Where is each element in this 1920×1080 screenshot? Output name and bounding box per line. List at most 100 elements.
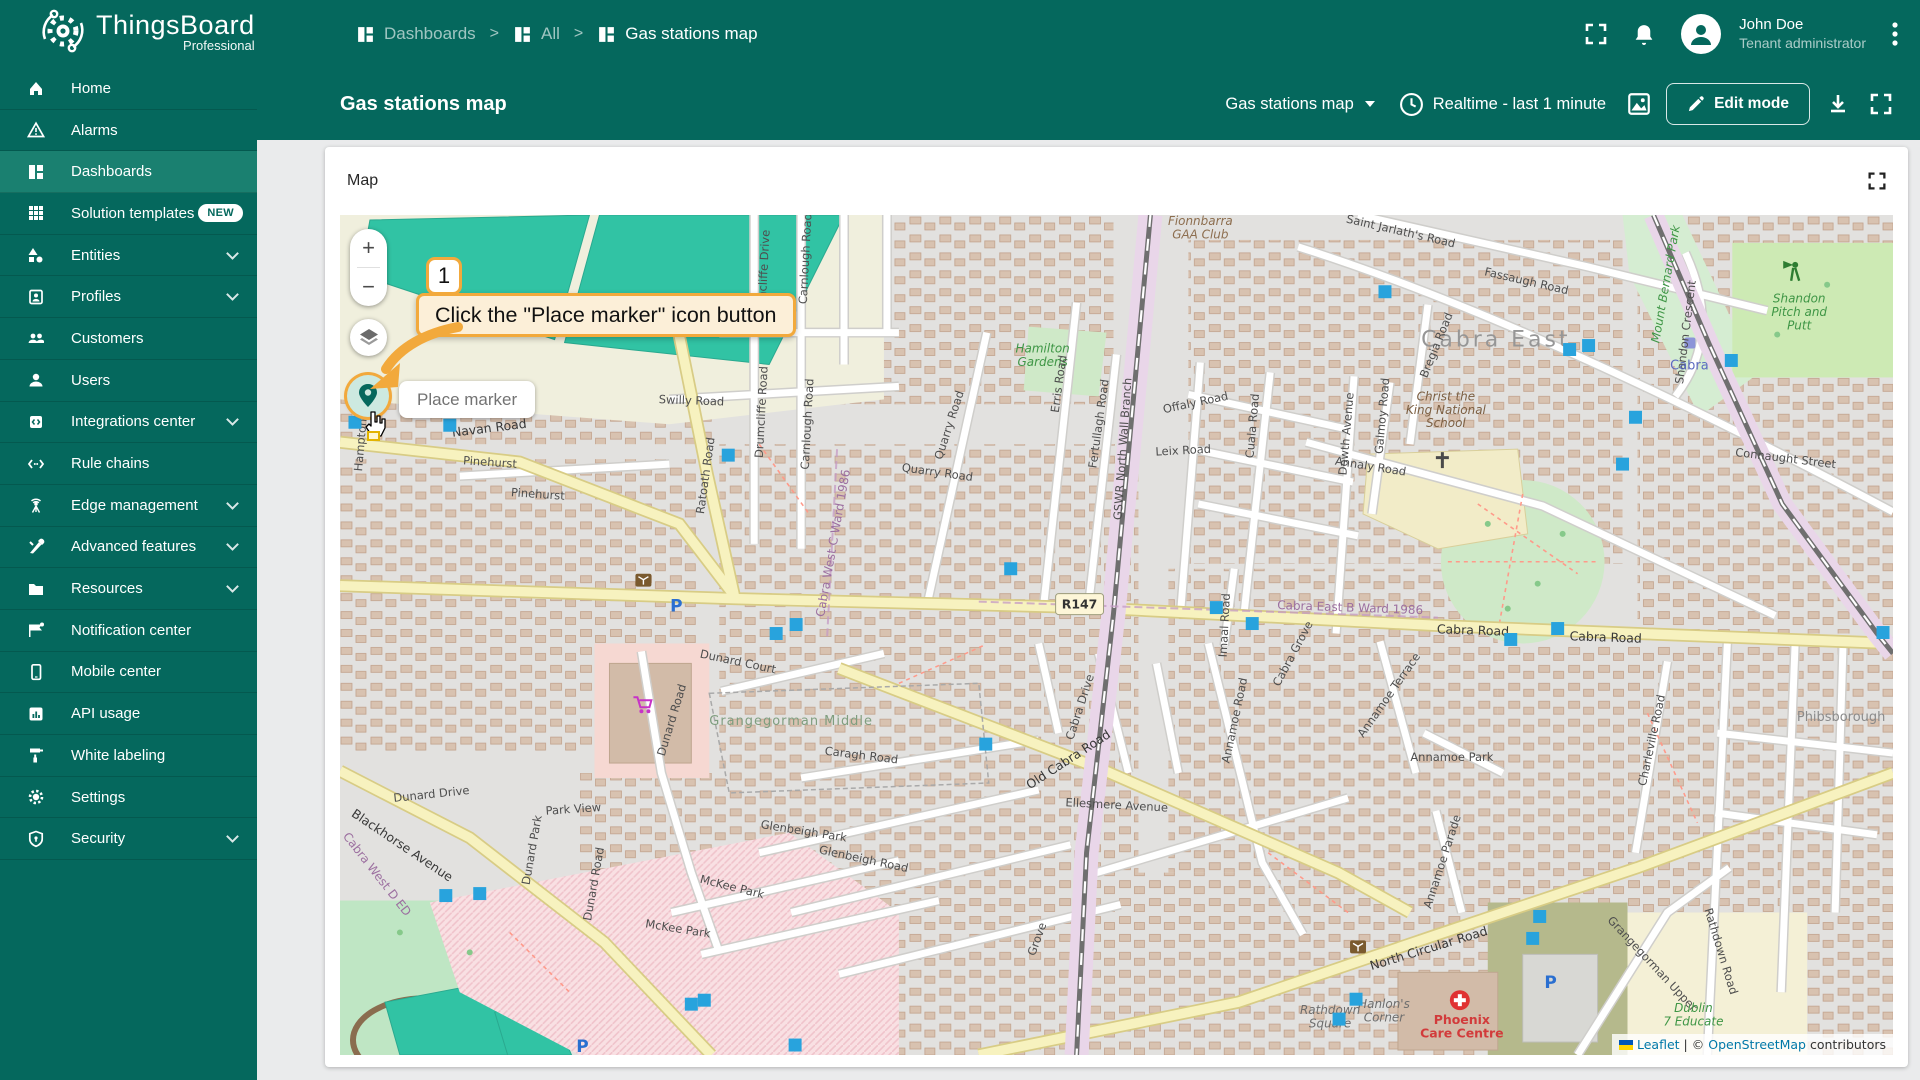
- gas-station-marker[interactable]: [1563, 343, 1577, 356]
- gas-station-marker[interactable]: [769, 627, 783, 640]
- map-label: Hanlon's Corner: [1358, 997, 1410, 1024]
- edit-mode-button[interactable]: Edit mode: [1666, 83, 1810, 125]
- dashboard-select[interactable]: Gas stations map: [1225, 95, 1375, 114]
- breadcrumb-separator: >: [573, 25, 584, 42]
- widget-fullscreen-button[interactable]: [1868, 172, 1886, 190]
- gas-station-marker[interactable]: [1876, 626, 1890, 639]
- templates-icon: [29, 206, 43, 221]
- fullscreen-icon: [1870, 93, 1892, 115]
- dashboard-icon: [515, 26, 530, 42]
- sidebar-item-integrations-center[interactable]: Integrations center: [0, 402, 257, 444]
- dashboard-fullscreen-button[interactable]: [1870, 93, 1892, 115]
- sidebar-item-label: White labeling: [71, 746, 166, 764]
- gas-station-marker[interactable]: [1332, 1012, 1346, 1026]
- user-info[interactable]: John Doe Tenant administrator: [1739, 16, 1866, 52]
- gas-station-marker[interactable]: [1629, 410, 1642, 424]
- gas-station-marker[interactable]: [348, 415, 362, 429]
- timewindow-value: Realtime - last 1 minute: [1432, 94, 1607, 113]
- sidebar-item-security[interactable]: Security: [0, 818, 257, 861]
- breadcrumb-item-gas-stations-map[interactable]: Gas stations map: [597, 24, 758, 44]
- sidebar-item-solution-templates[interactable]: Solution templates NEW: [0, 193, 257, 235]
- gas-station-marker[interactable]: [789, 618, 803, 632]
- fullscreen-icon: [1585, 23, 1607, 45]
- sidebar-item-users[interactable]: Users: [0, 360, 257, 402]
- gas-station-marker[interactable]: [443, 418, 457, 432]
- parking-icon: P: [576, 1036, 588, 1055]
- breadcrumb-label: Gas stations map: [625, 24, 758, 43]
- gas-station-marker[interactable]: [684, 997, 698, 1011]
- gas-station-marker[interactable]: [1004, 562, 1018, 576]
- map-canvas[interactable]: P P P R147 Fionnbarra GAA Club Saint Jarla…: [340, 215, 1893, 1055]
- gas-station-marker[interactable]: [1616, 457, 1630, 471]
- gas-station-marker[interactable]: [1378, 285, 1392, 299]
- app-logo[interactable]: ThingsBoard Professional: [40, 8, 255, 54]
- sidebar-item-profiles[interactable]: Profiles: [0, 276, 257, 319]
- user-avatar[interactable]: [1681, 14, 1722, 54]
- gas-station-marker[interactable]: [1209, 601, 1223, 615]
- gas-station-marker[interactable]: [1582, 339, 1596, 353]
- gas-station-marker[interactable]: [473, 887, 487, 901]
- sidebar-item-mobile-center[interactable]: Mobile center: [0, 652, 257, 694]
- zoom-in-button[interactable]: +: [350, 229, 387, 267]
- widget-title: Map: [347, 172, 379, 189]
- security-icon: [28, 830, 44, 847]
- map-layers-button[interactable]: [350, 319, 387, 356]
- sidebar-item-dashboards[interactable]: Dashboards: [0, 151, 257, 194]
- map-label: Annamoe Park: [1410, 750, 1493, 764]
- gas-station-marker[interactable]: [439, 889, 453, 903]
- sidebar-item-entities[interactable]: Entities: [0, 235, 257, 277]
- chevron-down-icon: [226, 580, 239, 593]
- breadcrumb-item-dashboards[interactable]: Dashboards: [356, 24, 476, 44]
- sidebar-item-label: Security: [71, 830, 126, 848]
- leaflet-link[interactable]: Leaflet: [1637, 1037, 1680, 1052]
- zoom-out-button[interactable]: −: [350, 268, 387, 306]
- breadcrumb-separator: >: [489, 25, 500, 42]
- gas-station-marker[interactable]: [1526, 931, 1540, 945]
- gas-station-marker[interactable]: [697, 993, 711, 1007]
- place-marker-button[interactable]: [347, 375, 389, 417]
- gas-station-marker[interactable]: [1349, 992, 1363, 1006]
- sidebar-item-advanced-features[interactable]: Advanced features: [0, 527, 257, 569]
- map-label: Grangegorman Middle: [709, 714, 873, 729]
- breadcrumb-label: All: [541, 24, 560, 43]
- breadcrumb-item-all[interactable]: All: [513, 24, 560, 44]
- sidebar-item-customers[interactable]: Customers: [0, 318, 257, 360]
- sidebar-item-settings[interactable]: Settings: [0, 777, 257, 819]
- user-role: Tenant administrator: [1739, 34, 1866, 51]
- gas-station-marker[interactable]: [1245, 617, 1259, 631]
- map-label: Cabra Road: [1569, 628, 1642, 645]
- integrations-icon: [30, 415, 42, 428]
- sidebar-item-label: Entities: [71, 246, 121, 264]
- gas-station-marker[interactable]: [788, 1038, 802, 1052]
- export-button[interactable]: [1826, 92, 1850, 116]
- rules-icon: [27, 458, 45, 469]
- users-icon: [29, 373, 43, 387]
- gas-station-marker[interactable]: [1724, 354, 1738, 367]
- notifications-button[interactable]: [1633, 23, 1655, 46]
- osm-link[interactable]: OpenStreetMap: [1708, 1037, 1806, 1052]
- fullscreen-button[interactable]: [1585, 23, 1607, 45]
- image-icon: [1628, 93, 1650, 115]
- sidebar-item-home[interactable]: Home: [0, 68, 257, 110]
- sidebar-item-alarms[interactable]: Alarms: [0, 110, 257, 152]
- chevron-down-icon: [226, 288, 239, 302]
- sidebar-item-white-labeling[interactable]: White labeling: [0, 735, 257, 777]
- sidebar-item-label: Dashboards: [71, 163, 152, 181]
- gas-station-marker[interactable]: [1504, 633, 1518, 646]
- sidebar-item-notification-center[interactable]: Notification center: [0, 610, 257, 652]
- marker-ghost-outline: [367, 431, 380, 441]
- sidebar-item-resources[interactable]: Resources: [0, 568, 257, 610]
- more-menu-button[interactable]: [1892, 22, 1898, 46]
- sidebar-item-api-usage[interactable]: API usage: [0, 693, 257, 735]
- chevron-down-icon: [1364, 101, 1375, 107]
- timewindow-button[interactable]: Realtime - last 1 minute: [1399, 92, 1606, 117]
- gas-station-marker[interactable]: [721, 448, 735, 462]
- sidebar-item-rule-chains[interactable]: Rule chains: [0, 443, 257, 485]
- map-label: Swilly Road: [659, 392, 725, 408]
- gas-station-marker[interactable]: [1533, 910, 1547, 923]
- dashboard-image-button[interactable]: [1626, 91, 1652, 117]
- sidebar-item-edge-management[interactable]: Edge management: [0, 485, 257, 527]
- map-label: Rathdown Square: [1300, 1003, 1360, 1030]
- gas-station-marker[interactable]: [1551, 622, 1565, 635]
- gas-station-marker[interactable]: [979, 737, 993, 751]
